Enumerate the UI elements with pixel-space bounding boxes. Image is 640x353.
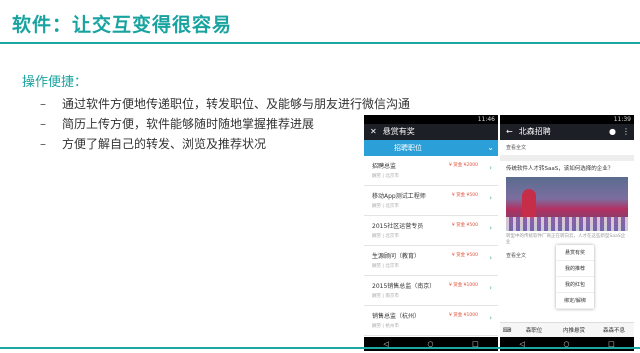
chevron-right-icon: › (489, 194, 492, 202)
article-image[interactable] (506, 177, 628, 231)
bullet-text: 简历上传方便，软件能够随时随地掌握推荐进展 (62, 117, 315, 131)
app-bar: ← 北森招聘 ● ⋮ (500, 124, 634, 140)
bullet-item: – 通过软件方便地传递职位，转发职位、及能够与朋友进行微信沟通 (40, 97, 411, 111)
menu-item-my-referrals[interactable]: 我的推荐 (556, 261, 594, 277)
bullet-text: 通过软件方便地传递职位，转发职位、及能够与朋友进行微信沟通 (62, 97, 411, 111)
bullet-item: – 方便了解自己的转发、浏览及推荐状况 (40, 137, 267, 151)
job-row[interactable]: 招聘总监 酬劳 | 北京市 ¥ 赏金 ¥2000 › (364, 156, 498, 186)
job-reward: ¥ 赏金 ¥500 (451, 223, 478, 228)
chevron-right-icon: › (489, 224, 492, 232)
bottom-tab-bar: ⌨ 森职位 内推悬赏 森森不息 (500, 322, 634, 337)
job-reward: ¥ 赏金 ¥500 (451, 193, 478, 198)
job-meta: 酬劳 | 北京市 (372, 264, 399, 269)
menu-item-bind-unbind[interactable]: 绑定/解绑 (556, 293, 594, 309)
job-meta: 酬劳 | 北京市 (372, 204, 399, 209)
filter-label: 招聘职位 (394, 144, 422, 152)
keyboard-icon[interactable]: ⌨ (500, 327, 514, 334)
more-icon[interactable]: ⋮ (622, 124, 630, 140)
article-title[interactable]: 传统软件人才转SaaS，该如何选择的企业？ (500, 161, 634, 173)
phone-screenshot-jobs: 11:46 ✕ 悬赏有奖 招聘职位 ⌄ 招聘总监 酬劳 | 北京市 ¥ 赏金 ¥… (364, 115, 498, 351)
job-meta: 酬劳 | 南京市 (372, 294, 399, 299)
app-bar: ✕ 悬赏有奖 (364, 124, 498, 140)
popup-menu: 悬赏有奖 我的推荐 我的红包 绑定/解绑 (556, 245, 594, 309)
job-row[interactable]: 移动App测试工程师 酬劳 | 北京市 ¥ 赏金 ¥500 › (364, 186, 498, 216)
job-row[interactable]: 生源顾问（教育） 酬劳 | 北京市 ¥ 赏金 ¥500 › (364, 246, 498, 276)
runner-figure (522, 189, 536, 219)
menu-item-reward[interactable]: 悬赏有奖 (556, 245, 594, 261)
job-meta: 酬劳 | 北京市 (372, 234, 399, 239)
chevron-right-icon: › (489, 284, 492, 292)
job-reward: ¥ 赏金 ¥500 (451, 253, 478, 258)
job-row[interactable]: 2015社区运营专员 酬劳 | 北京市 ¥ 赏金 ¥500 › (364, 216, 498, 246)
chevron-right-icon: › (489, 314, 492, 322)
job-reward: ¥ 赏金 ¥1000 (448, 283, 478, 288)
menu-item-my-red-packets[interactable]: 我的红包 (556, 277, 594, 293)
tab-about[interactable]: 森森不息 (594, 326, 634, 334)
app-title: 悬赏有奖 (382, 127, 415, 136)
phone-screenshot-article: 11:39 ← 北森招聘 ● ⋮ 查看全文 传统软件人才转SaaS，该如何选择的… (500, 115, 634, 351)
status-bar: 11:39 (500, 115, 634, 124)
status-bar: 11:46 (364, 115, 498, 124)
bottom-divider (0, 347, 640, 349)
job-reward: ¥ 赏金 ¥1000 (448, 313, 478, 318)
slide-title: 软件：让交互变得很容易 (12, 14, 233, 36)
back-arrow-icon[interactable]: ← (506, 124, 513, 140)
job-row[interactable]: 销售总监（杭州） 酬劳 | 杭州市 ¥ 赏金 ¥1000 › (364, 306, 498, 336)
filter-bar[interactable]: 招聘职位 ⌄ (364, 140, 498, 156)
title-divider (0, 42, 640, 44)
app-title: 北森招聘 (518, 127, 551, 136)
tab-referral-reward[interactable]: 内推悬赏 (554, 326, 594, 334)
person-icon[interactable]: ● (609, 124, 616, 140)
bullet-list: – 通过软件方便地传递职位，转发职位、及能够与朋友进行微信沟通 – 简历上传方便，软… (40, 94, 410, 154)
image-stripe (506, 217, 628, 231)
chevron-right-icon: › (489, 164, 492, 172)
tab-jobs[interactable]: 森职位 (514, 326, 554, 334)
job-list: 招聘总监 酬劳 | 北京市 ¥ 赏金 ¥2000 › 移动App测试工程师 酬劳… (364, 156, 498, 337)
bullet-text: 方便了解自己的转发、浏览及推荐状况 (62, 137, 267, 151)
job-reward: ¥ 赏金 ¥2000 (448, 163, 478, 168)
job-meta: 酬劳 | 北京市 (372, 174, 399, 179)
bullet-item: – 简历上传方便，软件能够随时随地掌握推荐进展 (40, 117, 315, 131)
read-all-link[interactable]: 查看全文 (500, 140, 634, 155)
job-meta: 酬劳 | 杭州市 (372, 324, 399, 329)
close-icon[interactable]: ✕ (370, 124, 377, 140)
job-row[interactable]: 2015销售总监（南京） 酬劳 | 南京市 ¥ 赏金 ¥1000 › (364, 276, 498, 306)
section-label: 操作便捷： (22, 75, 88, 90)
chevron-right-icon: › (489, 254, 492, 262)
chevron-down-icon[interactable]: ⌄ (487, 140, 494, 156)
